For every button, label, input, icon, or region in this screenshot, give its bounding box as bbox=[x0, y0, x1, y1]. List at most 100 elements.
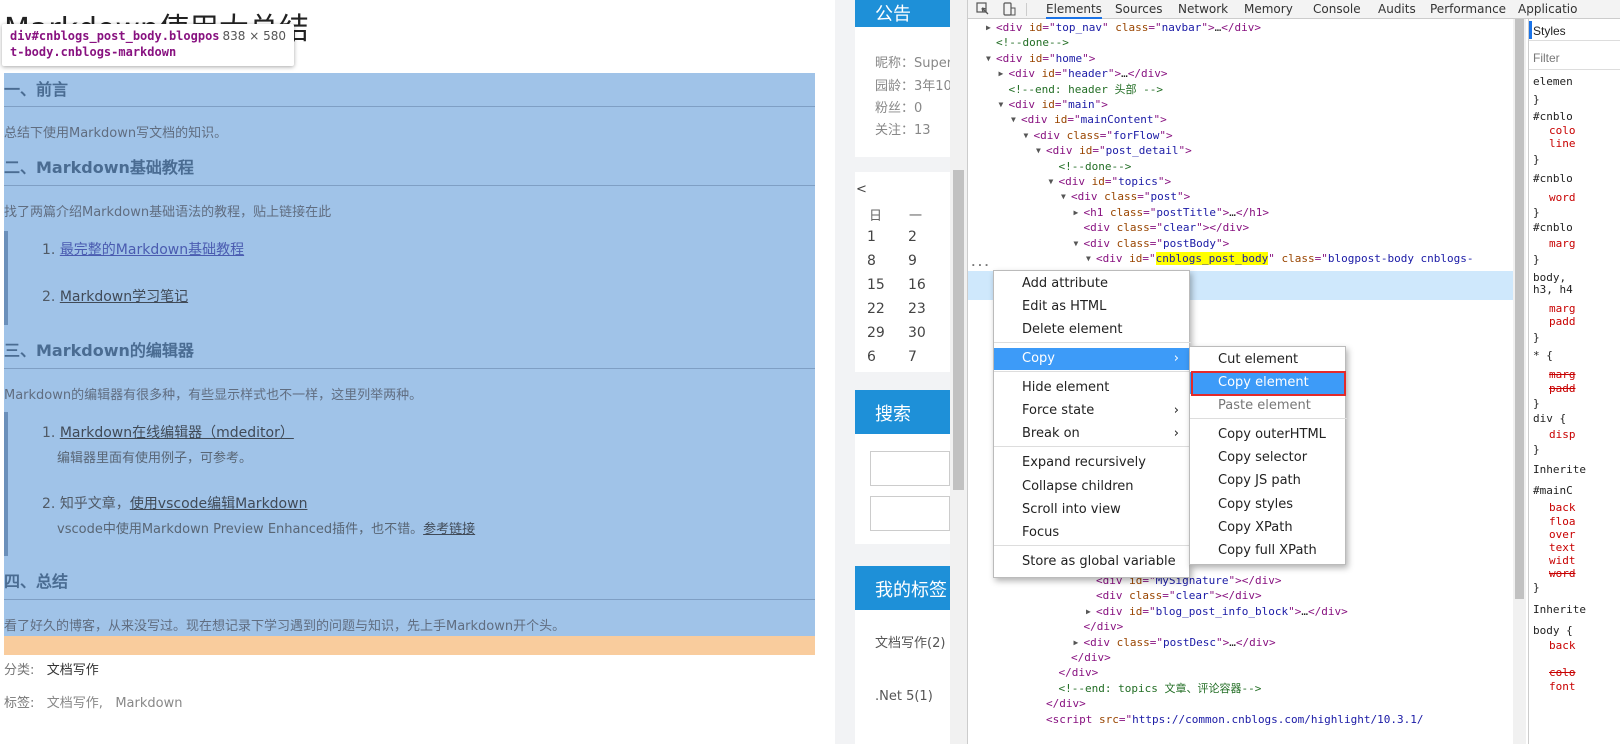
css-property[interactable]: word bbox=[1549, 191, 1576, 204]
calendar-day[interactable]: 16 bbox=[908, 277, 926, 293]
dom-node-line[interactable]: </div> bbox=[1071, 650, 1111, 665]
css-property[interactable]: over bbox=[1549, 528, 1576, 541]
dom-node-line[interactable]: <div id="mainContent"> bbox=[1021, 112, 1167, 127]
css-rule[interactable]: #mainC bbox=[1533, 484, 1573, 497]
css-rule[interactable]: div { bbox=[1533, 412, 1566, 425]
dom-node-line[interactable]: <div id="main"> bbox=[1009, 97, 1108, 112]
submenu-item-paste-element[interactable]: Paste element bbox=[1190, 395, 1345, 417]
css-rule[interactable]: * { bbox=[1533, 349, 1553, 362]
tab-audits[interactable]: Audits bbox=[1378, 0, 1416, 18]
css-property[interactable]: disp bbox=[1549, 428, 1576, 441]
calendar-day[interactable]: 22 bbox=[867, 301, 885, 317]
tab-elements[interactable]: Elements bbox=[1046, 0, 1102, 19]
calendar-day[interactable]: 15 bbox=[867, 277, 885, 293]
css-rule[interactable]: } bbox=[1533, 206, 1540, 219]
tutorial-link[interactable]: 最完整的Markdown基础教程 bbox=[60, 242, 244, 258]
collapse-arrow-icon[interactable]: ▼ bbox=[1086, 251, 1096, 266]
tag-item[interactable]: .Net 5(1) bbox=[875, 689, 933, 704]
tab-sources[interactable]: Sources bbox=[1115, 0, 1162, 18]
collapse-arrow-icon[interactable]: ▼ bbox=[1036, 143, 1046, 158]
dom-node-line[interactable]: <div class="clear"></div> bbox=[1084, 220, 1250, 235]
menu-item-collapse-children[interactable]: Collapse children bbox=[994, 476, 1189, 498]
expand-arrow-icon[interactable]: ▶ bbox=[1086, 604, 1096, 619]
css-rule[interactable]: } bbox=[1533, 331, 1540, 344]
expand-arrow-icon[interactable]: ▶ bbox=[1074, 635, 1084, 650]
menu-item-expand-recursively[interactable]: Expand recursively bbox=[994, 452, 1189, 474]
styles-filter-input[interactable]: Filter bbox=[1533, 52, 1560, 65]
submenu-item-copy-outerhtml[interactable]: Copy outerHTML bbox=[1190, 424, 1345, 446]
dom-node-line[interactable]: <div class="postBody"> bbox=[1084, 236, 1230, 251]
css-property[interactable]: text bbox=[1549, 541, 1576, 554]
css-property[interactable]: back bbox=[1549, 501, 1576, 514]
dom-node-line[interactable]: <div class="forFlow"> bbox=[1034, 128, 1173, 143]
css-rule[interactable]: } bbox=[1533, 153, 1540, 166]
value[interactable]: 13 bbox=[914, 123, 931, 138]
tag-link[interactable]: Markdown bbox=[115, 696, 182, 711]
menu-item-store-as-global-variable[interactable]: Store as global variable bbox=[994, 551, 1189, 573]
css-rule[interactable]: } bbox=[1533, 581, 1540, 594]
calendar-day[interactable]: 30 bbox=[908, 325, 926, 341]
dom-node-line[interactable]: <div class="postDesc">…</div> bbox=[1084, 635, 1276, 650]
search-input[interactable] bbox=[870, 451, 950, 486]
dom-node-line[interactable]: <div class="clear"></div> bbox=[1096, 588, 1262, 603]
styles-tab[interactable]: Styles bbox=[1533, 25, 1566, 38]
dom-node-line[interactable]: </div> bbox=[1084, 619, 1124, 634]
css-rule[interactable]: #cnblo bbox=[1533, 221, 1573, 234]
tag-item[interactable]: 文档写作(2) bbox=[875, 632, 945, 651]
calendar-prev-button[interactable]: < bbox=[856, 182, 867, 197]
notes-link[interactable]: Markdown学习笔记 bbox=[60, 289, 188, 305]
tab-console[interactable]: Console bbox=[1313, 0, 1361, 18]
menu-item-scroll-into-view[interactable]: Scroll into view bbox=[994, 499, 1189, 521]
css-property[interactable]: colo bbox=[1549, 124, 1576, 137]
dom-node-line[interactable]: <div id="top_nav" class="navbar">…</div> bbox=[996, 20, 1261, 35]
css-property[interactable]: marg bbox=[1549, 237, 1576, 250]
css-rule[interactable]: Inherite bbox=[1533, 603, 1586, 616]
calendar-day[interactable]: 29 bbox=[867, 325, 885, 341]
dom-node-line[interactable]: </div> bbox=[1059, 665, 1099, 680]
css-rule[interactable]: Inherite bbox=[1533, 463, 1586, 476]
reference-link[interactable]: 参考链接 bbox=[423, 522, 475, 537]
css-rule[interactable]: h3, h4 bbox=[1533, 283, 1573, 296]
dom-node-line[interactable]: <div id="cnblogs_post_body" class="blogp… bbox=[1096, 251, 1474, 266]
menu-item-focus[interactable]: Focus bbox=[994, 522, 1189, 544]
expand-arrow-icon[interactable]: ▶ bbox=[1074, 205, 1084, 220]
css-property[interactable]: colo bbox=[1549, 666, 1576, 679]
vscode-link[interactable]: 使用vscode编辑Markdown bbox=[130, 496, 308, 512]
collapse-arrow-icon[interactable]: ▼ bbox=[1074, 236, 1084, 251]
css-rule[interactable]: #cnblo bbox=[1533, 172, 1573, 185]
css-property[interactable]: padd bbox=[1549, 315, 1576, 328]
collapse-arrow-icon[interactable]: ▼ bbox=[1024, 128, 1034, 143]
css-property[interactable]: widt bbox=[1549, 554, 1576, 567]
scrollbar-thumb[interactable] bbox=[1515, 19, 1524, 599]
menu-item-hide-element[interactable]: Hide element bbox=[994, 377, 1189, 399]
css-property[interactable]: word bbox=[1549, 567, 1576, 580]
dom-node-line[interactable]: <!--done--> bbox=[1059, 159, 1132, 174]
calendar-day[interactable]: 23 bbox=[908, 301, 926, 317]
dom-node-line[interactable]: <div id="post_detail"> bbox=[1046, 143, 1192, 158]
menu-item-force-state[interactable]: Force state › bbox=[994, 400, 1189, 422]
css-property[interactable]: padd bbox=[1549, 382, 1576, 395]
scrollbar-thumb[interactable] bbox=[953, 170, 964, 490]
submenu-item-copy-full-xpath[interactable]: Copy full XPath bbox=[1190, 540, 1345, 562]
value[interactable]: Super bbox=[914, 56, 952, 71]
dom-node-line[interactable]: <!--end: topics 文章、评论容器--> bbox=[1059, 681, 1262, 696]
dom-scrollbar[interactable] bbox=[1513, 19, 1526, 744]
css-rule[interactable]: } bbox=[1533, 397, 1540, 410]
tab-memory[interactable]: Memory bbox=[1244, 0, 1293, 18]
css-property[interactable]: marg bbox=[1549, 368, 1576, 381]
css-rule[interactable]: body { bbox=[1533, 624, 1573, 637]
submenu-item-copy-xpath[interactable]: Copy XPath bbox=[1190, 517, 1345, 539]
collapse-arrow-icon[interactable]: ▼ bbox=[1061, 189, 1071, 204]
dom-node-line[interactable]: <!--done--> bbox=[996, 35, 1069, 50]
dom-node-line[interactable]: <div id="blog_post_info_block">…</div> bbox=[1096, 604, 1348, 619]
inspect-element-icon[interactable] bbox=[976, 2, 990, 16]
css-property[interactable]: line bbox=[1549, 137, 1576, 150]
expand-arrow-icon[interactable]: ▶ bbox=[986, 20, 996, 35]
submenu-item-cut-element[interactable]: Cut element bbox=[1190, 349, 1345, 371]
submenu-item-copy-selector[interactable]: Copy selector bbox=[1190, 447, 1345, 469]
category-link[interactable]: 文档写作 bbox=[47, 663, 99, 678]
dom-node-line[interactable]: <div id="home"> bbox=[996, 51, 1095, 66]
dom-node-line[interactable]: <script src="https://common.cnblogs.com/… bbox=[1046, 712, 1424, 727]
css-rule[interactable]: } bbox=[1533, 253, 1540, 266]
collapse-arrow-icon[interactable]: ▼ bbox=[1049, 174, 1059, 189]
